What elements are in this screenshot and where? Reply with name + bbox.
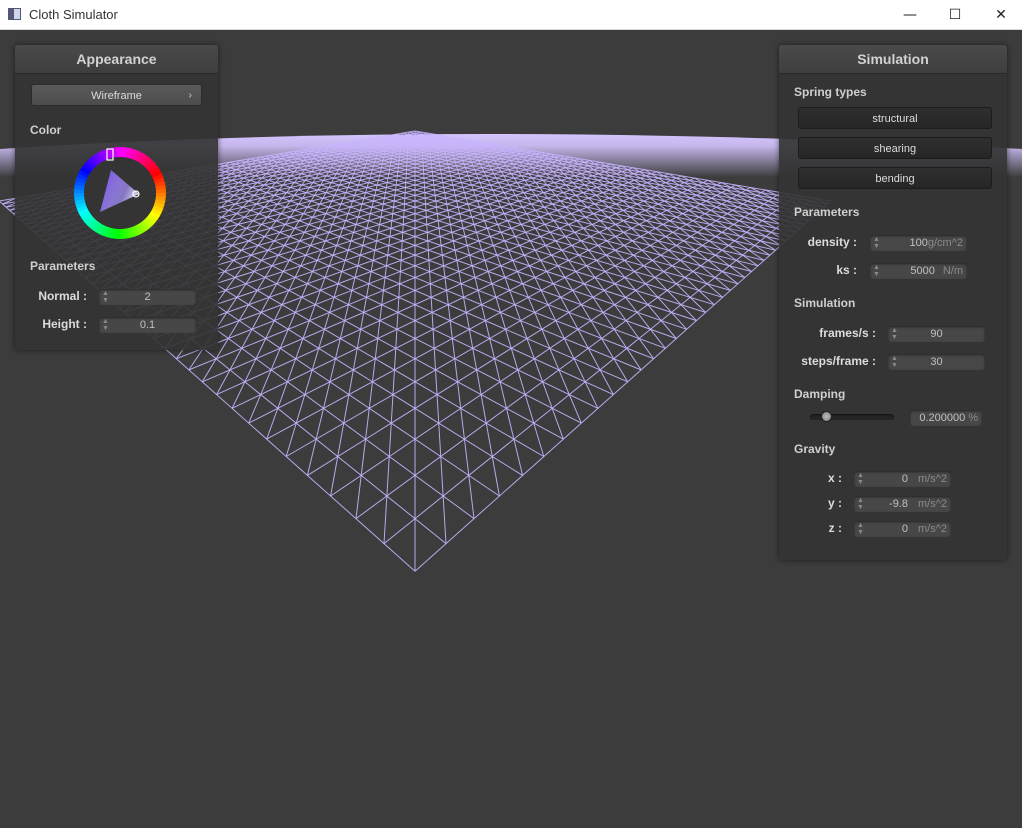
ks-unit: N/m: [942, 265, 963, 277]
gravity-x-input[interactable]: ▲ ▼ 0 m/s^2: [854, 471, 951, 487]
app-icon: [8, 8, 21, 20]
gravity-section-label: Gravity: [794, 442, 836, 456]
gravity-z-label: z :: [828, 521, 842, 535]
simulation-section-label: Simulation: [794, 296, 856, 310]
normal-value: 2: [144, 291, 151, 303]
gravity-unit: m/s^2: [918, 473, 947, 485]
structural-toggle-button[interactable]: structural: [798, 107, 992, 129]
spinner-icon[interactable]: ▲ ▼: [873, 264, 880, 278]
simulation-parameters-label: Parameters: [794, 205, 860, 219]
shader-dropdown-label: Wireframe: [91, 90, 142, 102]
appearance-panel: Appearance Wireframe › Color Parameters …: [15, 45, 218, 350]
color-section-label: Color: [30, 123, 62, 137]
minimize-button[interactable]: —: [887, 0, 933, 30]
damping-unit: %: [968, 412, 978, 424]
steps-input[interactable]: ▲ ▼ 30: [888, 354, 985, 370]
steps-value: 30: [930, 356, 943, 368]
appearance-panel-title: Appearance: [15, 45, 218, 74]
gravity-z-value: 0: [901, 523, 908, 535]
ks-value: 5000: [910, 265, 935, 277]
gravity-unit: m/s^2: [918, 523, 947, 535]
gravity-x-label: x :: [827, 471, 842, 485]
ks-input[interactable]: ▲ ▼ 5000 N/m: [870, 263, 967, 279]
height-label: Height :: [42, 317, 87, 331]
density-label: density :: [807, 235, 857, 249]
spinner-icon[interactable]: ▲ ▼: [857, 497, 864, 511]
title-bar: Cloth Simulator — ☐ ✕: [0, 0, 1022, 30]
gravity-unit: m/s^2: [918, 498, 947, 510]
shader-dropdown-button[interactable]: Wireframe ›: [31, 84, 202, 106]
density-value: 100: [909, 237, 928, 249]
fps-label: frames/s :: [819, 326, 876, 340]
normal-label: Normal :: [38, 289, 87, 303]
spring-types-label: Spring types: [794, 85, 867, 99]
window-title: Cloth Simulator: [29, 7, 118, 22]
damping-input[interactable]: 0.200000%: [910, 410, 982, 426]
gravity-z-input[interactable]: ▲ ▼ 0 m/s^2: [854, 521, 951, 537]
chevron-right-icon: ›: [188, 90, 192, 101]
close-button[interactable]: ✕: [978, 0, 1022, 30]
spinner-icon[interactable]: ▲ ▼: [857, 522, 864, 536]
fps-input[interactable]: ▲ ▼ 90: [888, 326, 985, 342]
gravity-y-value: -9.8: [889, 498, 908, 510]
damping-value: 0.200000: [919, 412, 966, 424]
color-wheel[interactable]: [73, 146, 167, 240]
gravity-x-value: 0: [901, 473, 908, 485]
gravity-y-label: y :: [827, 496, 842, 510]
gravity-y-input[interactable]: ▲ ▼ -9.8 m/s^2: [854, 496, 951, 512]
shearing-toggle-button[interactable]: shearing: [798, 137, 992, 159]
simulation-panel: Simulation Spring types structural shear…: [779, 45, 1007, 560]
appearance-parameters-label: Parameters: [30, 259, 96, 273]
spinner-icon[interactable]: ▲ ▼: [857, 472, 864, 486]
simulation-panel-title: Simulation: [779, 45, 1007, 74]
damping-slider-handle[interactable]: [821, 411, 833, 422]
height-input[interactable]: ▲ ▼ 0.1: [99, 317, 196, 333]
steps-label: steps/frame :: [801, 354, 876, 368]
ks-label: ks :: [836, 263, 857, 277]
density-input[interactable]: ▲ ▼ 100g/cm^2: [870, 235, 967, 251]
damping-section-label: Damping: [794, 387, 846, 401]
spinner-icon[interactable]: ▲ ▼: [873, 236, 880, 250]
density-unit: g/cm^2: [927, 237, 963, 249]
height-value: 0.1: [139, 319, 156, 331]
fps-value: 90: [930, 328, 943, 340]
bending-toggle-button[interactable]: bending: [798, 167, 992, 189]
damping-slider[interactable]: [810, 411, 894, 422]
normal-input[interactable]: ▲ ▼ 2: [99, 289, 196, 305]
maximize-button[interactable]: ☐: [932, 0, 978, 30]
